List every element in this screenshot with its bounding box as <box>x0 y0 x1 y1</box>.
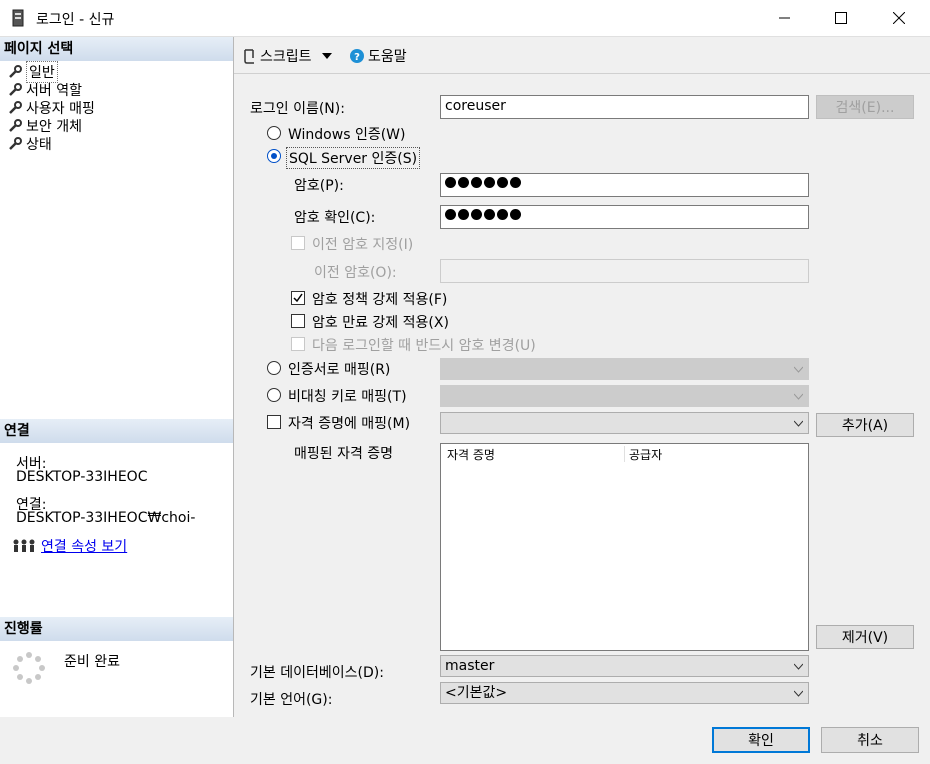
remove-credential-button[interactable]: 제거(V) <box>816 625 914 649</box>
wrench-icon <box>9 101 22 114</box>
connection-value: DESKTOP-33IHEOC₩choi- <box>16 510 196 526</box>
minimize-button[interactable] <box>756 0 814 36</box>
nav-item-label: 상태 <box>26 137 52 153</box>
default-language-label: 기본 언어(G): <box>250 692 333 708</box>
page-select-header: 페이지 선택 <box>0 37 233 61</box>
mapped-credentials-label: 매핑된 자격 증명 <box>294 446 394 462</box>
credential-mapping-checkbox[interactable] <box>267 415 281 429</box>
server-icon <box>12 9 24 27</box>
wrench-icon <box>9 137 22 150</box>
enforce-expiration-label: 암호 만료 강제 적용(X) <box>312 315 449 331</box>
chevron-down-icon <box>794 690 803 697</box>
asym-key-mapping-label: 비대칭 키로 매핑(T) <box>288 389 407 405</box>
ok-button[interactable]: 확인 <box>712 727 810 753</box>
confirm-password-label: 암호 확인(C): <box>294 210 376 226</box>
login-name-input[interactable]: coreuser <box>440 95 809 119</box>
chevron-down-icon <box>794 366 803 373</box>
enforce-policy-label: 암호 정책 강제 적용(F) <box>312 292 448 308</box>
minimize-icon <box>779 17 790 19</box>
credential-select[interactable] <box>440 412 809 434</box>
nav-item-server-roles[interactable]: 서버 역할 <box>8 81 82 99</box>
must-change-label: 다음 로그인할 때 반드시 암호 변경(U) <box>312 338 536 354</box>
maximize-button[interactable] <box>812 0 870 36</box>
script-label: 스크립트 <box>260 49 312 65</box>
default-database-value: master <box>445 658 495 674</box>
help-label: 도움말 <box>368 49 407 65</box>
enforce-expiration-checkbox[interactable] <box>291 314 305 328</box>
password-mask <box>445 177 521 188</box>
wrench-icon <box>9 65 22 78</box>
close-icon <box>893 12 905 24</box>
nav-item-securables[interactable]: 보안 개체 <box>8 117 82 135</box>
password-label: 암호(P): <box>294 178 344 194</box>
column-header-provider[interactable]: 공급자 <box>629 446 662 463</box>
default-language-select[interactable]: <기본값> <box>440 682 809 704</box>
specify-old-password-checkbox[interactable] <box>291 236 305 250</box>
asym-key-mapping-radio[interactable] <box>267 388 281 402</box>
wrench-icon <box>9 119 22 132</box>
enforce-policy-checkbox[interactable] <box>291 291 305 305</box>
view-connection-properties-link[interactable]: 연결 속성 보기 <box>41 536 127 556</box>
column-divider <box>624 446 625 462</box>
script-button[interactable]: 스크립트 <box>242 46 332 66</box>
svg-text:?: ? <box>354 52 360 63</box>
help-button[interactable]: ? 도움말 <box>350 46 407 66</box>
progress-header: 진행률 <box>0 617 233 641</box>
specify-old-password-label: 이전 암호 지정(I) <box>312 237 414 253</box>
wrench-icon <box>9 83 22 96</box>
progress-status: 준비 완료 <box>64 654 120 670</box>
must-change-checkbox[interactable] <box>291 337 305 351</box>
default-language-value: <기본값> <box>445 685 508 701</box>
nav-item-general[interactable]: 일반 <box>8 61 58 83</box>
close-button[interactable] <box>870 0 928 36</box>
maximize-icon <box>835 12 847 24</box>
column-header-credential[interactable]: 자격 증명 <box>447 446 495 463</box>
password-input[interactable] <box>440 173 809 197</box>
windows-auth-radio[interactable] <box>267 126 281 140</box>
confirm-password-input[interactable] <box>440 205 809 229</box>
chevron-down-icon <box>794 420 803 427</box>
connection-header: 연결 <box>0 419 233 443</box>
credential-mapping-label: 자격 증명에 매핑(M) <box>288 416 411 432</box>
toolbar: 스크립트 ? 도움말 <box>234 37 930 73</box>
checkmark-icon <box>293 293 303 303</box>
help-icon: ? <box>350 49 364 63</box>
nav-item-status[interactable]: 상태 <box>8 135 52 153</box>
toolbar-divider <box>234 73 930 74</box>
password-mask <box>445 209 521 220</box>
script-icon <box>244 49 254 64</box>
login-name-label: 로그인 이름(N): <box>250 101 345 117</box>
chevron-down-icon <box>321 53 332 59</box>
chevron-down-icon <box>794 393 803 400</box>
server-value: DESKTOP-33IHEOC <box>16 469 148 485</box>
add-credential-button[interactable]: 추가(A) <box>816 413 914 437</box>
search-button[interactable]: 검색(E)... <box>816 95 914 119</box>
mapped-credentials-list[interactable]: 자격 증명 공급자 <box>440 443 809 651</box>
chevron-down-icon <box>794 663 803 670</box>
default-database-label: 기본 데이터베이스(D): <box>250 665 384 681</box>
old-password-label: 이전 암호(O): <box>314 265 397 281</box>
left-pane: 페이지 선택 일반 서버 역할 사용자 매핑 보안 개체 상태 연결 서버: D… <box>0 37 234 717</box>
default-database-select[interactable]: master <box>440 655 809 677</box>
nav-item-label: 사용자 매핑 <box>26 101 95 117</box>
sql-auth-label: SQL Server 인증(S) <box>286 147 421 169</box>
cert-mapping-label: 인증서로 매핑(R) <box>288 362 391 378</box>
sql-auth-radio[interactable] <box>267 149 281 163</box>
nav-item-user-mapping[interactable]: 사용자 매핑 <box>8 99 95 117</box>
cancel-button[interactable]: 취소 <box>821 727 919 753</box>
title-bar[interactable]: 로그인 - 신규 <box>0 0 930 37</box>
cert-select[interactable] <box>440 358 809 380</box>
windows-auth-label: Windows 인증(W) <box>288 127 406 143</box>
asym-key-select[interactable] <box>440 385 809 407</box>
nav-item-label: 보안 개체 <box>26 119 82 135</box>
cert-mapping-radio[interactable] <box>267 361 281 375</box>
progress-spinner-icon <box>13 652 45 684</box>
connection-properties-icon <box>13 539 35 552</box>
nav-item-label: 서버 역할 <box>26 83 82 99</box>
window-title: 로그인 - 신규 <box>36 12 115 28</box>
old-password-input[interactable] <box>440 259 809 283</box>
